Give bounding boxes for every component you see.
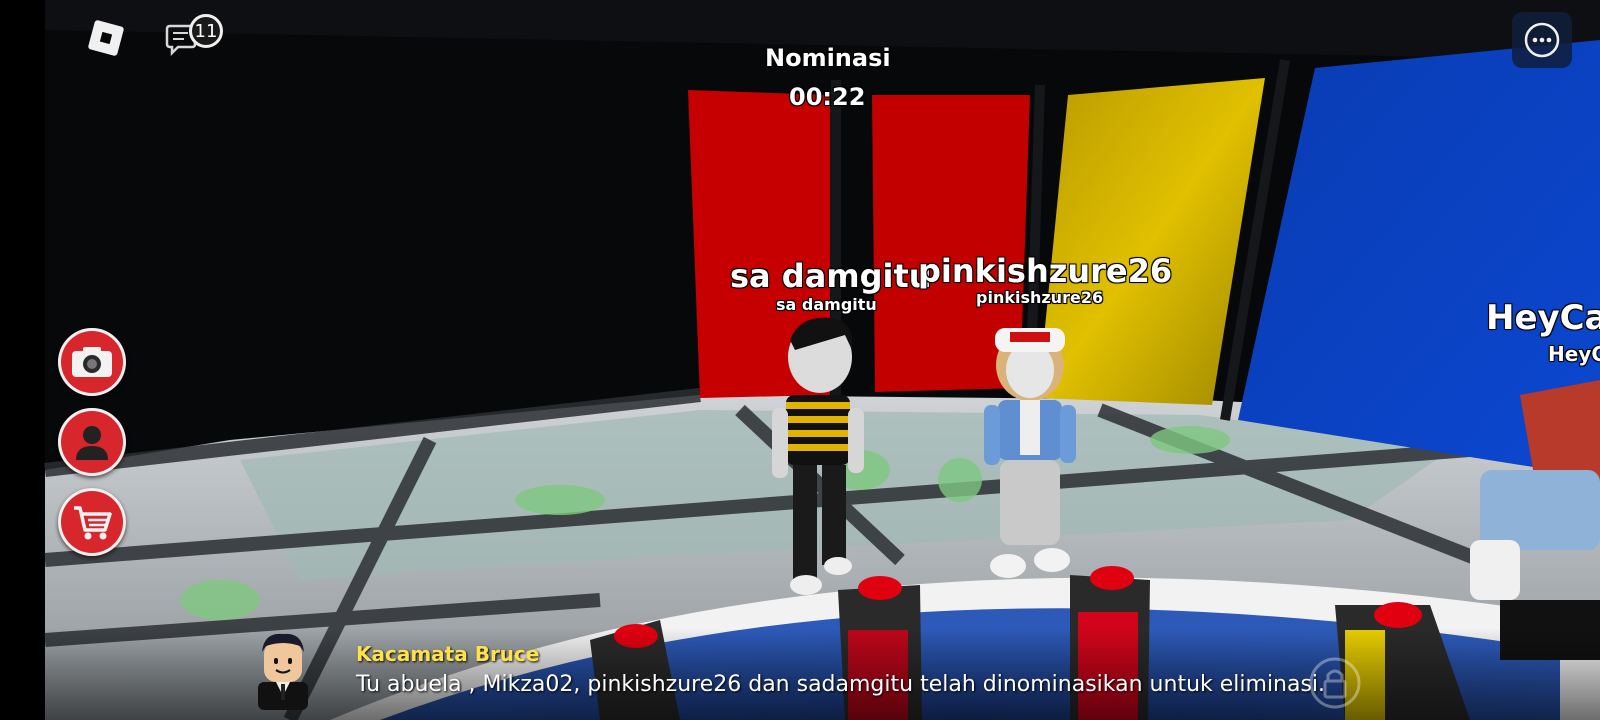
shop-button[interactable] — [58, 488, 126, 556]
speaker-avatar — [252, 630, 314, 710]
countdown-timer: 00:22 — [789, 83, 866, 111]
chat-badge: 11 — [189, 14, 223, 48]
avatar-icon — [76, 426, 108, 460]
roblox-logo-button[interactable] — [84, 16, 128, 60]
player-display-name: HeyCa — [1486, 298, 1600, 338]
chat-button[interactable]: 11 — [162, 14, 223, 62]
more-menu-button[interactable] — [1512, 12, 1572, 68]
avatar-button[interactable] — [58, 408, 126, 476]
player-username: pinkishzure26 — [976, 288, 1104, 307]
player-display-name: sa damgitu — [730, 257, 932, 295]
camera-button[interactable] — [58, 328, 126, 396]
game-viewport[interactable]: 11 Nominasi 00:22 sa damgitu sa damgitu … — [0, 0, 1600, 720]
roblox-logo-icon — [87, 19, 125, 57]
shop-cart-icon — [74, 506, 112, 540]
player-username: HeyC — [1548, 342, 1600, 366]
player-display-name: pinkishzure26 — [918, 252, 1173, 290]
lock-icon — [1308, 656, 1362, 714]
announcement-message: Tu abuela , Mikza02, pinkishzure26 dan s… — [356, 672, 1326, 697]
camera-icon — [72, 347, 112, 377]
player-username: sa damgitu — [776, 295, 877, 314]
speaker-name: Kacamata Bruce — [356, 642, 540, 666]
phase-title: Nominasi — [765, 44, 891, 72]
more-menu-icon — [1524, 22, 1560, 58]
